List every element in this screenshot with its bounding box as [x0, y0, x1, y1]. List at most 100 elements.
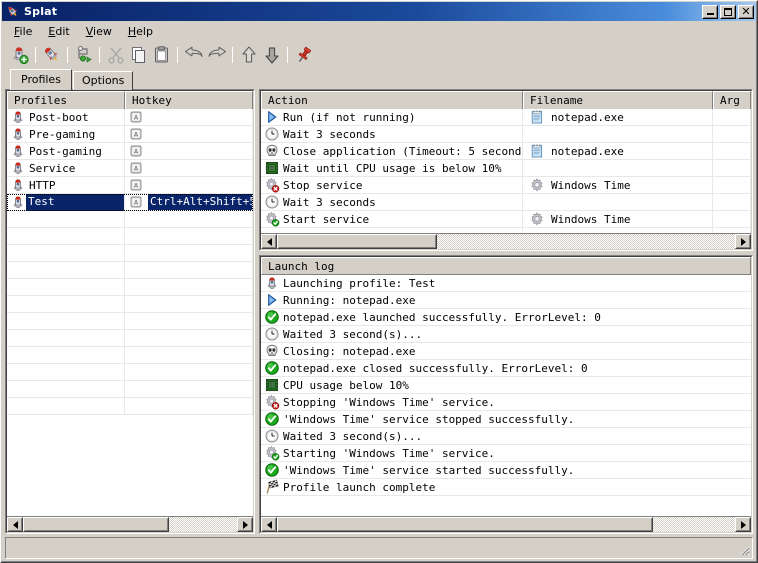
column-header-filename[interactable]: Filename — [523, 91, 713, 109]
resize-grip-icon[interactable] — [738, 544, 750, 556]
scroll-thumb[interactable] — [277, 517, 653, 532]
profile-row[interactable]: HTTP A — [7, 177, 253, 194]
launch-profile-button[interactable] — [72, 44, 95, 66]
action-cell: Wait 3 seconds — [261, 126, 523, 143]
action-row[interactable]: Wait 3 seconds — [261, 194, 751, 211]
empty-cell — [261, 228, 523, 234]
log-row[interactable]: notepad.exe closed successfully. ErrorLe… — [261, 360, 751, 377]
move-down-button[interactable] — [260, 44, 283, 66]
launch-log-header: Launch log — [261, 257, 751, 275]
copy-button[interactable] — [127, 44, 150, 66]
profile-name-cell: Post-gaming — [7, 143, 125, 160]
column-header-hotkey[interactable]: Hotkey — [125, 91, 253, 109]
profile-row[interactable]: Pre-gaming A — [7, 126, 253, 143]
move-up-button[interactable] — [237, 44, 260, 66]
maximize-button[interactable] — [720, 5, 736, 19]
log-row[interactable]: Waited 3 second(s)... — [261, 428, 751, 445]
scroll-left-arrow-icon[interactable] — [261, 234, 277, 249]
tab-profiles[interactable]: Profiles — [10, 69, 72, 90]
profile-row[interactable]: Service A — [7, 160, 253, 177]
tab-options[interactable]: Options — [73, 71, 133, 90]
action-empty-row — [261, 228, 751, 233]
log-row[interactable]: Launching profile: Test — [261, 275, 751, 292]
scroll-right-arrow-icon[interactable] — [735, 517, 751, 532]
filename-cell: notepad.exe — [523, 143, 713, 160]
column-header-arg[interactable]: Arg — [713, 91, 751, 109]
log-row[interactable]: Closing: notepad.exe — [261, 343, 751, 360]
edit-profile-button[interactable] — [40, 44, 63, 66]
action-row[interactable]: Stop service Windows Time — [261, 177, 751, 194]
log-text: Profile launch complete — [280, 481, 435, 494]
action-hscrollbar[interactable] — [261, 233, 751, 249]
profile-empty-row — [7, 330, 253, 347]
right-pane: Action Filename Arg Run (if not running) — [259, 89, 753, 534]
close-button[interactable]: ✕ — [738, 5, 754, 19]
column-header-profiles[interactable]: Profiles — [7, 91, 125, 109]
minimize-button[interactable] — [702, 5, 718, 19]
action-row[interactable]: Start service Windows Time — [261, 211, 751, 228]
log-row[interactable]: 'Windows Time' service started successfu… — [261, 462, 751, 479]
action-row[interactable]: Run (if not running) notepad.exe — [261, 109, 751, 126]
action-row[interactable]: Wait 3 seconds — [261, 126, 751, 143]
scroll-track[interactable] — [277, 234, 735, 249]
column-header-action[interactable]: Action — [261, 91, 523, 109]
scroll-left-arrow-icon[interactable] — [7, 517, 23, 532]
undo-button[interactable] — [182, 44, 205, 66]
menu-edit[interactable]: Edit — [40, 23, 77, 40]
scroll-right-arrow-icon[interactable] — [237, 517, 253, 532]
log-row[interactable]: notepad.exe launched successfully. Error… — [261, 309, 751, 326]
paste-button[interactable] — [150, 44, 173, 66]
new-profile-button[interactable] — [8, 44, 31, 66]
log-row[interactable]: Starting 'Windows Time' service. — [261, 445, 751, 462]
log-row[interactable]: Running: notepad.exe — [261, 292, 751, 309]
profile-hotkey-cell: A — [125, 109, 253, 126]
rocket-icon — [10, 194, 26, 210]
log-row[interactable]: Stopping 'Windows Time' service. — [261, 394, 751, 411]
toolbar-separator — [177, 47, 178, 63]
empty-cell — [7, 330, 125, 347]
profiles-hscrollbar[interactable] — [7, 516, 253, 532]
empty-icon — [529, 160, 545, 176]
profile-row[interactable]: Test ACtrl+Alt+Shift+5 — [7, 194, 253, 211]
cut-button[interactable] — [104, 44, 127, 66]
profile-empty-row — [7, 364, 253, 381]
menu-file[interactable]: File — [6, 23, 40, 40]
profile-row[interactable]: Post-boot A — [7, 109, 253, 126]
filename-cell: notepad.exe — [523, 109, 713, 126]
log-row[interactable]: Profile launch complete — [261, 479, 751, 496]
profile-name-cell: Service — [7, 160, 125, 177]
empty-cell — [7, 245, 125, 262]
profile-row[interactable]: Post-gaming A — [7, 143, 253, 160]
action-row[interactable]: Wait until CPU usage is below 10% — [261, 160, 751, 177]
scroll-track[interactable] — [23, 517, 237, 532]
launch-log-hscrollbar[interactable] — [261, 516, 751, 532]
menu-help[interactable]: Help — [120, 23, 161, 40]
status-bar — [5, 537, 753, 559]
scroll-thumb[interactable] — [23, 517, 169, 532]
content-area: Profiles Hotkey Post-boot A — [2, 89, 756, 534]
profile-name-cell: Post-boot — [7, 109, 125, 126]
scroll-track[interactable] — [277, 517, 735, 532]
arg-cell — [713, 109, 751, 126]
log-row[interactable]: 'Windows Time' service stopped successfu… — [261, 411, 751, 428]
log-text: 'Windows Time' service started successfu… — [280, 464, 574, 477]
rocket-icon — [10, 177, 26, 193]
scroll-thumb[interactable] — [277, 234, 437, 249]
checkered-flag-icon — [264, 479, 280, 495]
redo-button[interactable] — [205, 44, 228, 66]
gear-icon — [529, 211, 545, 227]
action-label: Wait 3 seconds — [280, 128, 376, 141]
profile-name: HTTP — [26, 179, 56, 192]
action-row[interactable]: Close application (Timeout: 5 seconds) n… — [261, 143, 751, 160]
scroll-right-arrow-icon[interactable] — [735, 234, 751, 249]
empty-cell — [125, 279, 253, 296]
menu-view[interactable]: View — [78, 23, 120, 40]
log-text: Waited 3 second(s)... — [280, 430, 422, 443]
skull-icon — [264, 343, 280, 359]
scroll-left-arrow-icon[interactable] — [261, 517, 277, 532]
gear-start-icon — [264, 445, 280, 461]
pin-button[interactable] — [292, 44, 315, 66]
filename-cell: Windows Time — [523, 211, 713, 228]
log-row[interactable]: Waited 3 second(s)... — [261, 326, 751, 343]
log-row[interactable]: CPU usage below 10% — [261, 377, 751, 394]
